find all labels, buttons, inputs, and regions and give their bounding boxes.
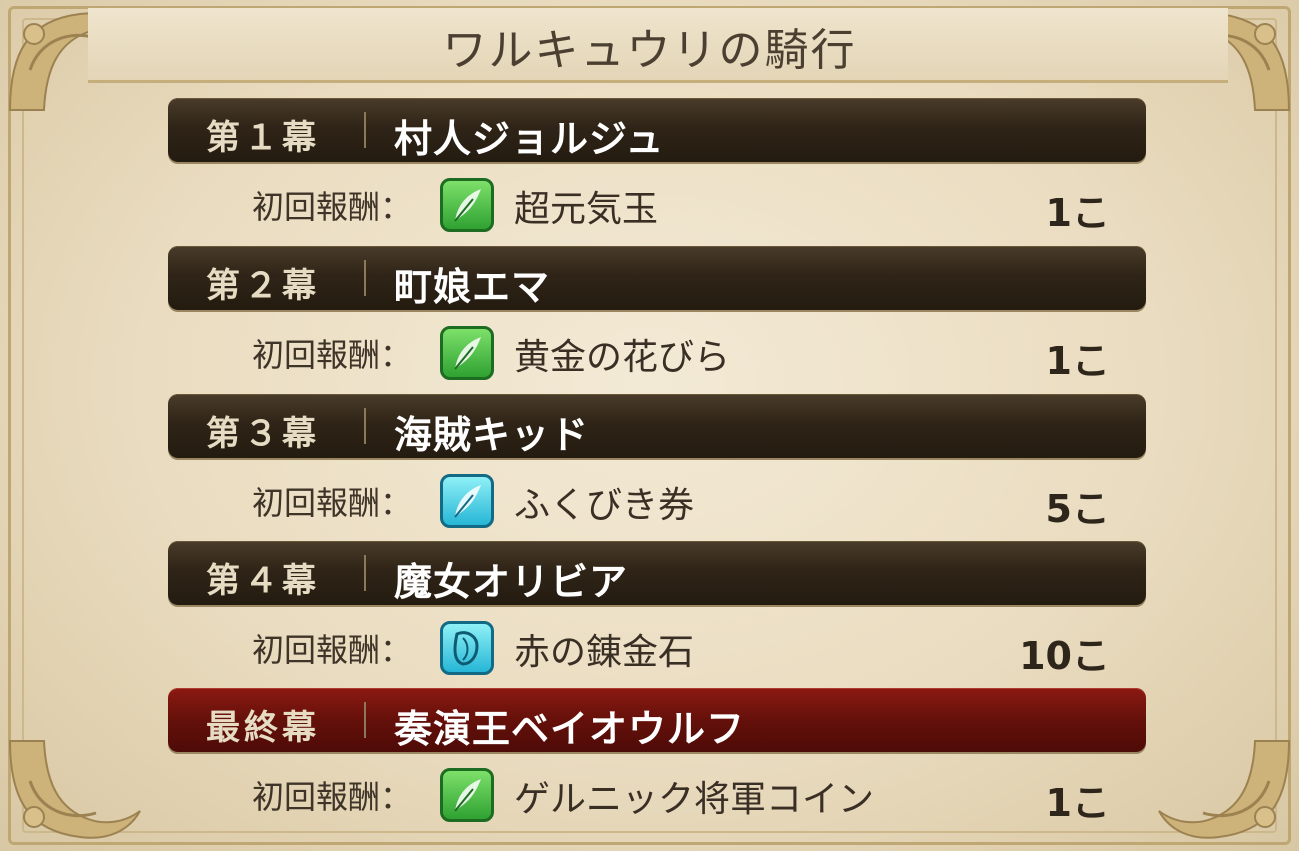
header-divider bbox=[364, 260, 366, 296]
reward-item-name: 超元気玉 bbox=[514, 189, 659, 230]
reward-row: 初回報酬： 黄金の花びら 1こ bbox=[168, 310, 1146, 390]
chapter-header: 第２幕 町娘エマ bbox=[168, 246, 1146, 310]
ornament-corner-icon bbox=[1158, 740, 1291, 839]
chapter-act-label: 第３幕 bbox=[206, 414, 320, 454]
ornament-corner-icon bbox=[8, 740, 141, 839]
reward-row: 初回報酬： 超元気玉 1こ bbox=[168, 162, 1146, 242]
reward-label: 初回報酬： bbox=[252, 336, 413, 374]
quest-panel: ワルキュウリの騎行 第１幕 村人ジョルジュ 初回報酬： 超元気玉 1こ 第２幕 … bbox=[0, 0, 1299, 851]
reward-quantity: 10こ bbox=[1019, 634, 1110, 678]
chapter-3[interactable]: 第３幕 海賊キッド 初回報酬： ふくびき券 5こ bbox=[168, 394, 1146, 538]
reward-item-name: ふくびき券 bbox=[514, 485, 695, 526]
reward-label: 初回報酬： bbox=[252, 484, 413, 522]
reward-item-name: 赤の錬金石 bbox=[514, 632, 695, 673]
reward-quantity: 1こ bbox=[1045, 191, 1110, 235]
chapter-name: 奏演王ベイオウルフ bbox=[394, 707, 746, 751]
header-divider bbox=[364, 408, 366, 444]
reward-label: 初回報酬： bbox=[252, 778, 413, 816]
chapter-header: 第４幕 魔女オリビア bbox=[168, 541, 1146, 605]
reward-row: 初回報酬： ふくびき券 5こ bbox=[168, 458, 1146, 538]
reward-row: 初回報酬： 赤の錬金石 10こ bbox=[168, 605, 1146, 685]
chapter-header: 第３幕 海賊キッド bbox=[168, 394, 1146, 458]
chapter-name: 町娘エマ bbox=[394, 265, 551, 309]
header-divider bbox=[364, 702, 366, 738]
green-feather-icon bbox=[440, 178, 494, 232]
reward-quantity: 1こ bbox=[1045, 339, 1110, 383]
chapter-header-final: 最終幕 奏演王ベイオウルフ bbox=[168, 688, 1146, 752]
chapter-name: 魔女オリビア bbox=[394, 560, 629, 604]
chapter-header: 第１幕 村人ジョルジュ bbox=[168, 98, 1146, 162]
header-divider bbox=[364, 112, 366, 148]
reward-label: 初回報酬： bbox=[252, 188, 413, 226]
reward-row: 初回報酬： ゲルニック将軍コイン 1こ bbox=[168, 752, 1146, 832]
chapter-act-label: 第１幕 bbox=[206, 118, 320, 158]
blue-stone-icon bbox=[440, 621, 494, 675]
reward-quantity: 5こ bbox=[1045, 487, 1110, 531]
green-feather-icon bbox=[440, 768, 494, 822]
reward-label: 初回報酬： bbox=[252, 631, 413, 669]
reward-item-name: 黄金の花びら bbox=[514, 337, 731, 378]
chapter-2[interactable]: 第２幕 町娘エマ 初回報酬： 黄金の花びら 1こ bbox=[168, 246, 1146, 390]
chapter-1[interactable]: 第１幕 村人ジョルジュ 初回報酬： 超元気玉 1こ bbox=[168, 98, 1146, 242]
header-divider bbox=[364, 555, 366, 591]
chapter-act-label: 第４幕 bbox=[206, 561, 320, 601]
reward-quantity: 1こ bbox=[1045, 781, 1110, 825]
reward-item-name: ゲルニック将軍コイン bbox=[514, 779, 875, 820]
chapter-4[interactable]: 第４幕 魔女オリビア 初回報酬： 赤の錬金石 10こ bbox=[168, 541, 1146, 685]
blue-feather-icon bbox=[440, 474, 494, 528]
chapter-name: 村人ジョルジュ bbox=[394, 117, 665, 161]
quest-title: ワルキュウリの騎行 bbox=[442, 25, 857, 76]
chapter-final[interactable]: 最終幕 奏演王ベイオウルフ 初回報酬： ゲルニック将軍コイン 1こ bbox=[168, 688, 1146, 832]
chapter-act-label: 最終幕 bbox=[206, 708, 320, 748]
green-feather-icon bbox=[440, 326, 494, 380]
chapter-act-label: 第２幕 bbox=[206, 266, 320, 306]
chapter-name: 海賊キッド bbox=[394, 413, 590, 457]
